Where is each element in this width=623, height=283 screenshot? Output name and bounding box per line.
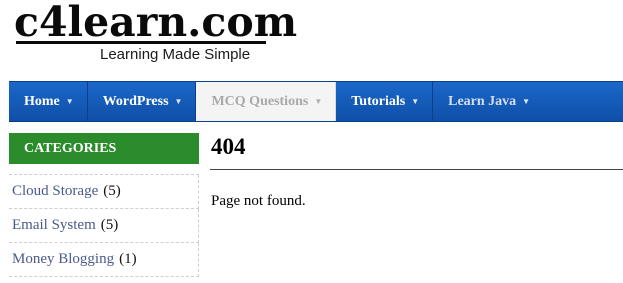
error-message: Page not found. (211, 193, 306, 209)
page-title: 404 (210, 131, 623, 170)
nav-item-label: Learn Java (448, 93, 517, 109)
nav-item-label: MCQ Questions (211, 93, 309, 109)
category-item-money-blogging: Money Blogging (1) (9, 243, 199, 277)
category-count: (5) (100, 217, 119, 233)
main-navigation: Home ▼ WordPress ▼ MCQ Questions ▼ Tutor… (9, 81, 623, 122)
logo-title[interactable]: c4learn.com (14, 0, 297, 46)
nav-item-label: Home (24, 93, 60, 109)
nav-item-label: WordPress (102, 93, 169, 109)
nav-item-wordpress[interactable]: WordPress ▼ (88, 82, 197, 121)
category-item-cloud-storage: Cloud Storage (5) (9, 175, 199, 209)
chevron-down-icon: ▼ (522, 97, 531, 106)
categories-header: CATEGORIES (9, 133, 199, 164)
category-link[interactable]: Money Blogging (12, 251, 114, 268)
nav-item-learn-java[interactable]: Learn Java ▼ (433, 82, 543, 121)
nav-item-tutorials[interactable]: Tutorials ▼ (336, 82, 434, 121)
category-item-email-system: Email System (5) (9, 209, 199, 243)
category-count: (5) (103, 183, 121, 199)
site-logo[interactable]: c4learn.com Learning Made Simple (14, 0, 297, 74)
nav-item-mcq-questions[interactable]: MCQ Questions ▼ (196, 82, 337, 121)
chevron-down-icon: ▼ (314, 97, 323, 106)
sidebar: CATEGORIES Cloud Storage (5) Email Syste… (9, 133, 199, 277)
nav-item-label: Tutorials (351, 93, 406, 109)
category-count: (1) (119, 251, 137, 267)
main-content: 404 Page not found. (210, 131, 623, 210)
chevron-down-icon: ▼ (174, 97, 183, 106)
logo-underline (16, 41, 266, 44)
nav-item-home[interactable]: Home ▼ (9, 82, 88, 121)
logo-tagline: Learning Made Simple (100, 46, 251, 63)
category-link[interactable]: Cloud Storage (12, 183, 98, 200)
chevron-down-icon: ▼ (65, 97, 74, 106)
category-list: Cloud Storage (5) Email System (5) Money… (9, 174, 199, 277)
chevron-down-icon: ▼ (411, 97, 420, 106)
category-link[interactable]: Email System (12, 217, 96, 234)
